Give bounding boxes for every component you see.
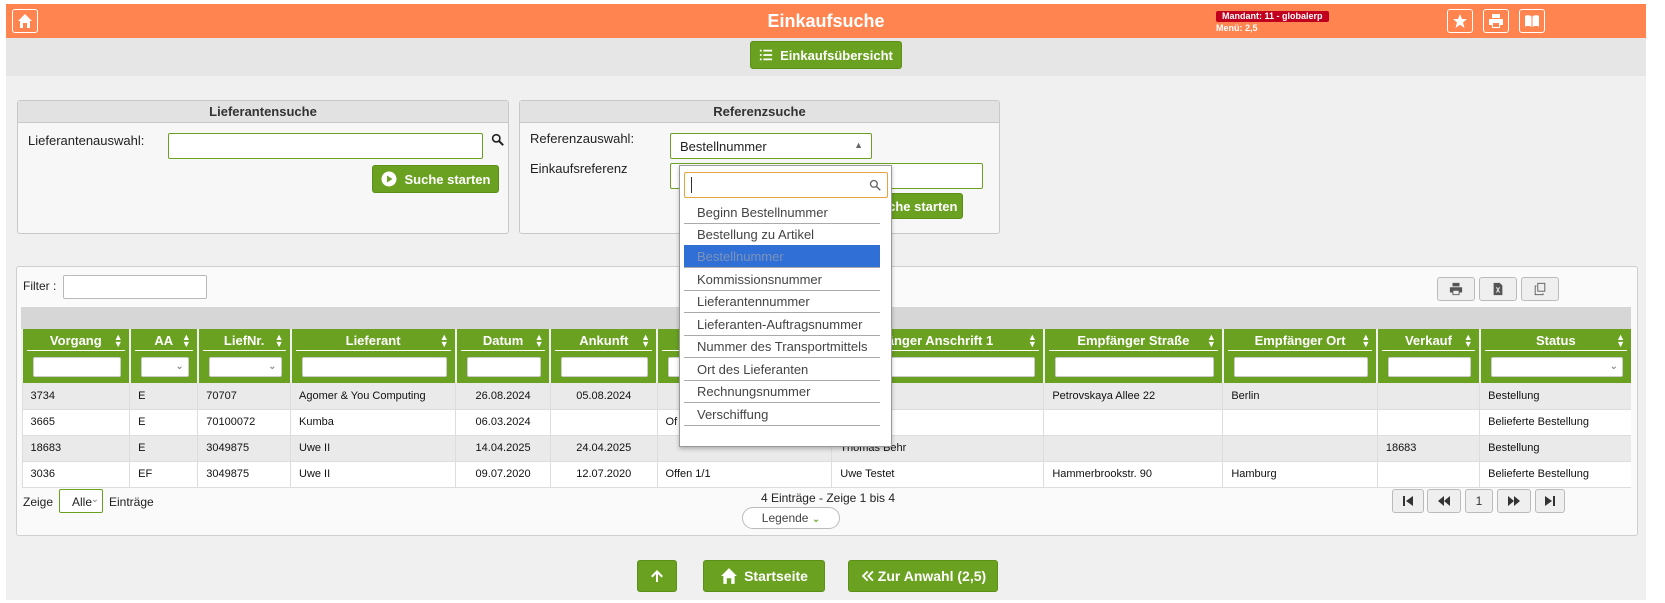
column-header[interactable]: Ankunft ▲ ▼	[549, 329, 658, 383]
column-filter-input[interactable]	[466, 357, 542, 377]
search-icon	[869, 179, 881, 191]
chevron-down-icon: ⌄	[268, 361, 277, 372]
column-filter-input[interactable]	[1054, 357, 1214, 377]
dropdown-option[interactable]: Nummer des Transportmittels	[684, 335, 880, 358]
supplier-field-label: Lieferantenauswahl:	[28, 133, 145, 148]
dropdown-search-input[interactable]	[684, 172, 888, 198]
app: Einkaufsuche Mandant: 11 - globalerp Men…	[6, 4, 1646, 600]
filter-input[interactable]	[63, 275, 207, 299]
supplier-search-panel: Lieferantensuche Lieferantenauswahl: Suc…	[17, 100, 509, 234]
dropdown-option-selected[interactable]: Bestellnummer	[684, 245, 880, 268]
column-header[interactable]: LiefNr. ▲ ▼ ⌄	[196, 329, 291, 383]
fast-forward-icon	[1508, 496, 1520, 506]
column-header[interactable]: Vorgang ▲ ▼	[21, 329, 130, 383]
column-filter-select[interactable]: ⌄	[140, 357, 189, 377]
reference-select-value: Bestellnummer	[680, 139, 767, 154]
home-icon	[721, 568, 737, 584]
double-chevron-left-icon	[861, 570, 874, 582]
column-header[interactable]: Lieferant ▲ ▼	[289, 329, 456, 383]
search-icon[interactable]	[491, 133, 504, 146]
first-page-button[interactable]	[1392, 489, 1424, 513]
last-page-button[interactable]	[1535, 489, 1565, 513]
excel-export-button[interactable]	[1479, 277, 1517, 301]
column-header[interactable]: Status ▲ ▼ ⌄	[1478, 329, 1631, 383]
chevron-down-icon: ⌄	[811, 514, 821, 525]
bottom-bar: Startseite Zur Anwahl (2,5)	[6, 560, 1646, 600]
rewind-icon	[1438, 496, 1450, 506]
supplier-input[interactable]	[168, 133, 483, 159]
book-icon[interactable]	[1519, 9, 1545, 33]
overview-button[interactable]: Einkaufsübersicht	[750, 41, 902, 69]
reference-dropdown: Beginn Bestellnummer Bestellung zu Artik…	[679, 165, 892, 447]
column-filter-select[interactable]: ⌄	[1490, 357, 1623, 377]
column-filter-input[interactable]	[561, 357, 649, 377]
dropdown-option[interactable]: Kommissionsnummer	[684, 268, 880, 291]
print-table-button[interactable]	[1437, 277, 1475, 301]
menu-info: Menü: 2,5	[1216, 23, 1258, 33]
copy-icon	[1534, 282, 1546, 296]
supplier-search-button-label: Suche starten	[404, 171, 491, 187]
home-button[interactable]: Startseite	[703, 560, 825, 592]
print-icon	[1449, 282, 1463, 296]
dropdown-option[interactable]: Rechnungsnummer	[684, 380, 880, 403]
back-button-label: Zur Anwahl (2,5)	[877, 568, 987, 584]
page-number-button[interactable]: 1	[1465, 489, 1493, 513]
list-icon	[760, 49, 773, 61]
home-button-label: Startseite	[744, 568, 808, 584]
dropdown-option[interactable]: Lieferantennummer	[684, 290, 880, 313]
column-header[interactable]: AA ▲ ▼ ⌄	[128, 329, 198, 383]
reference-search-title: Referenzsuche	[520, 101, 999, 123]
prev-page-button[interactable]	[1427, 489, 1461, 513]
dropdown-option[interactable]: Bestellung zu Artikel	[684, 223, 880, 246]
reference-field-label: Einkaufsreferenz	[530, 161, 628, 176]
column-filter-input[interactable]	[301, 357, 447, 377]
arrow-up-icon	[651, 570, 663, 582]
filter-label: Filter :	[23, 279, 57, 293]
next-page-button[interactable]	[1497, 489, 1531, 513]
dropdown-option[interactable]: Verschiffung	[684, 403, 880, 426]
first-page-icon	[1403, 496, 1413, 506]
legend-button[interactable]: Legende ⌄	[742, 507, 840, 529]
dropdown-option[interactable]: Beginn Bestellnummer	[684, 201, 880, 224]
dropdown-option[interactable]: Ort des Lieferanten	[684, 358, 880, 381]
reference-select[interactable]: Bestellnummer ▲	[670, 133, 872, 159]
overview-button-label: Einkaufsübersicht	[780, 47, 893, 63]
page-number: 1	[1475, 494, 1483, 508]
excel-icon	[1493, 282, 1503, 296]
print-icon[interactable]	[1483, 9, 1509, 33]
last-page-icon	[1545, 496, 1555, 506]
supplier-search-button[interactable]: Suche starten	[372, 165, 499, 193]
column-header[interactable]: Empfänger Straße ▲ ▼	[1042, 329, 1223, 383]
page-title: Einkaufsuche	[767, 11, 885, 31]
play-icon	[381, 171, 396, 187]
header-bar: Einkaufsuche Mandant: 11 - globalerp Men…	[6, 4, 1646, 38]
back-to-selection-button[interactable]: Zur Anwahl (2,5)	[848, 560, 998, 592]
triangle-up-icon: ▲	[854, 140, 863, 150]
scroll-top-button[interactable]	[637, 560, 677, 592]
star-icon[interactable]	[1447, 9, 1473, 33]
legend-label: Legende	[761, 511, 809, 525]
column-header[interactable]: Empfänger Ort ▲ ▼	[1221, 329, 1378, 383]
top-toolbar: Einkaufsübersicht	[6, 38, 1646, 76]
dropdown-option[interactable]: Lieferanten-Auftragsnummer	[684, 313, 880, 336]
supplier-search-title: Lieferantensuche	[18, 101, 508, 123]
column-header[interactable]: Verkauf ▲ ▼	[1376, 329, 1480, 383]
column-header[interactable]: Datum ▲ ▼	[454, 329, 551, 383]
column-filter-input[interactable]	[33, 357, 121, 377]
column-filter-input[interactable]	[1388, 357, 1471, 377]
chevron-down-icon: ⌄	[1609, 361, 1618, 372]
column-filter-input[interactable]	[1233, 357, 1369, 377]
reference-select-label: Referenzauswahl:	[530, 131, 635, 146]
mandant-badge: Mandant: 11 - globalerp	[1216, 11, 1329, 22]
table-row[interactable]: 3036 EF 3049875 Uwe II 09.07.2020 12.07.2020…	[21, 461, 1631, 488]
copy-table-button[interactable]	[1521, 277, 1559, 301]
column-filter-select[interactable]: ⌄	[208, 357, 282, 377]
chevron-down-icon: ⌄	[175, 361, 184, 372]
